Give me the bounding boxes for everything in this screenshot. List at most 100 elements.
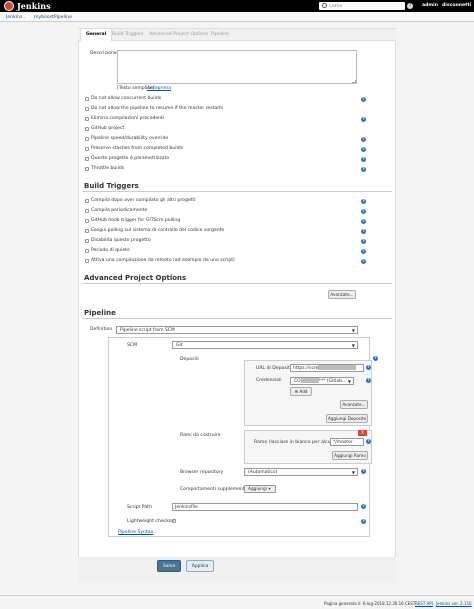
checkbox-preserve-stashes[interactable] xyxy=(85,147,89,151)
help-icon[interactable]: ? xyxy=(361,199,366,204)
preview-link[interactable]: Anteprima xyxy=(147,86,171,91)
breadcrumb: Jenkins › myboostPipeline › xyxy=(0,12,474,22)
extra-behaviours-label: Comportamenti supplementari xyxy=(180,487,251,492)
script-path-input[interactable]: Jenkinsfile xyxy=(172,503,358,511)
tab-advanced-project-options[interactable]: Advanced Project Options xyxy=(149,32,208,37)
help-icon[interactable]: ? xyxy=(361,117,366,122)
help-icon[interactable]: ? xyxy=(361,157,366,162)
checkbox-durability[interactable] xyxy=(85,137,89,141)
section-divider xyxy=(82,318,392,319)
jenkins-logo-icon[interactable] xyxy=(4,1,14,11)
add-behaviour-dropdown[interactable]: Aggiungi ▾ xyxy=(244,485,276,493)
checkbox-trigger[interactable] xyxy=(85,199,89,203)
repo-url-input[interactable]: https://scm xyxy=(290,364,364,372)
chevron-down-icon: ▼ xyxy=(351,328,355,333)
help-icon[interactable]: ? xyxy=(361,209,366,214)
definition-select[interactable]: Pipeline script from SCM ▼ xyxy=(116,326,358,334)
save-button[interactable]: Salva xyxy=(157,560,181,572)
checkbox-concurrent-builds[interactable] xyxy=(85,97,89,101)
trigger-label: Compila dopo aver compilato gli altri pr… xyxy=(91,198,196,203)
help-icon[interactable]: ? xyxy=(361,97,366,102)
user-link[interactable]: admin xyxy=(422,3,438,8)
option-label: GitHub project xyxy=(91,126,125,131)
help-icon[interactable]: ? xyxy=(361,239,366,244)
scm-select[interactable]: Git ▼ xyxy=(172,341,358,349)
scm-label: SCM xyxy=(127,343,138,348)
option-label: Questo progetto è parametrizzato xyxy=(91,156,170,161)
option-label: Do not allow the pipeline to resume if t… xyxy=(91,106,224,111)
trigger-label: GitHub hook trigger for GITScm polling xyxy=(91,218,181,223)
credentials-label: Credenziali xyxy=(256,378,282,383)
help-icon[interactable]: ? xyxy=(366,365,371,370)
trigger-label: Compila periodicamente xyxy=(91,208,148,213)
breadcrumb-jenkins[interactable]: Jenkins xyxy=(6,15,22,20)
search-input[interactable] xyxy=(327,2,403,10)
chevron-down-icon: ▼ xyxy=(347,379,351,384)
chevron-down-icon: ▼ xyxy=(351,470,355,475)
help-icon[interactable]: ? xyxy=(361,147,366,152)
help-icon[interactable]: ? xyxy=(361,249,366,254)
help-icon[interactable]: ? xyxy=(407,3,413,9)
checkbox-trigger[interactable] xyxy=(85,259,89,263)
section-title-pipeline: Pipeline xyxy=(84,309,116,317)
description-textarea[interactable] xyxy=(117,50,357,84)
option-label: Elimina compilazioni precedenti xyxy=(91,116,165,121)
help-icon[interactable]: ? xyxy=(366,378,371,383)
help-icon[interactable]: ? xyxy=(361,219,366,224)
lightweight-label: Lightweight checkout xyxy=(127,519,177,524)
checkbox-trigger[interactable] xyxy=(85,229,89,233)
help-icon[interactable]: ? xyxy=(361,229,366,234)
checkbox-trigger[interactable] xyxy=(85,249,89,253)
help-icon[interactable]: ? xyxy=(361,167,366,172)
apply-button[interactable]: Applica xyxy=(186,560,214,572)
help-icon[interactable]: ? xyxy=(361,137,366,142)
section-divider xyxy=(82,191,392,192)
repo-url-label: URL di Deposito xyxy=(256,366,293,371)
checkbox-trigger[interactable] xyxy=(85,239,89,243)
browser-label: Browser repository xyxy=(180,470,224,475)
chevron-right-icon: › xyxy=(70,15,72,20)
checkbox-resume[interactable] xyxy=(85,107,89,111)
help-icon[interactable]: ? xyxy=(373,356,378,361)
checkbox-throttle[interactable] xyxy=(85,167,89,171)
checkbox-discard-builds[interactable] xyxy=(85,117,89,121)
remove-branch-button[interactable]: X xyxy=(358,430,367,436)
section-divider xyxy=(82,283,392,284)
add-repo-button[interactable]: Aggiungi Deposito xyxy=(326,414,368,423)
chevron-right-icon: › xyxy=(24,15,26,20)
brand-name[interactable]: Jenkins xyxy=(17,1,51,11)
checkbox-trigger[interactable] xyxy=(85,209,89,213)
top-header: Jenkins ? admin disconnetti xyxy=(0,0,474,12)
add-credentials-button[interactable]: ⊕ Add xyxy=(290,387,312,396)
credentials-select[interactable]: CO *** (Gitlab... ▼ xyxy=(290,377,354,385)
version-link[interactable]: Jenkins ver. 2.150 xyxy=(436,601,472,606)
checkmark-icon: ✓ xyxy=(172,518,176,523)
checkbox-github-project[interactable] xyxy=(85,127,89,131)
tab-general[interactable]: General xyxy=(80,29,113,41)
repo-advanced-button[interactable]: Avanzate... xyxy=(340,400,368,409)
option-label: Throttle builds xyxy=(91,166,125,171)
tab-pipeline[interactable]: Pipeline xyxy=(211,32,229,37)
add-branch-button[interactable]: Aggiungi Ramo xyxy=(332,451,368,460)
resize-handle-icon[interactable] xyxy=(352,80,356,83)
help-icon[interactable]: ? xyxy=(361,504,366,509)
browser-select[interactable]: (Automatico) ▼ xyxy=(244,468,358,476)
chevron-down-icon: ▾ xyxy=(268,487,271,492)
help-icon[interactable]: ? xyxy=(361,259,366,264)
branch-spec-input[interactable]: */master xyxy=(330,438,364,446)
branch-spec-label: Ramo (lasciare in bianco per alcuno) xyxy=(254,440,339,445)
logout-link[interactable]: disconnetti xyxy=(442,3,471,8)
rest-api-link[interactable]: REST API xyxy=(415,601,433,606)
checkbox-parameterized[interactable] xyxy=(85,157,89,161)
help-icon[interactable]: ? xyxy=(361,519,366,524)
help-icon[interactable]: ? xyxy=(366,439,371,444)
redacted-text xyxy=(318,365,357,370)
script-path-label: Script Path xyxy=(127,505,152,510)
pipeline-syntax-link[interactable]: Pipeline Syntax xyxy=(118,530,153,535)
trigger-label: Esegui polling sul sistema di controllo … xyxy=(91,228,225,233)
help-icon[interactable]: ? xyxy=(361,469,366,474)
breadcrumb-job[interactable]: myboostPipeline xyxy=(34,15,72,20)
tab-build-triggers[interactable]: Build Triggers xyxy=(112,32,143,37)
advanced-button[interactable]: Avanzate... xyxy=(328,290,356,299)
checkbox-trigger[interactable] xyxy=(85,219,89,223)
